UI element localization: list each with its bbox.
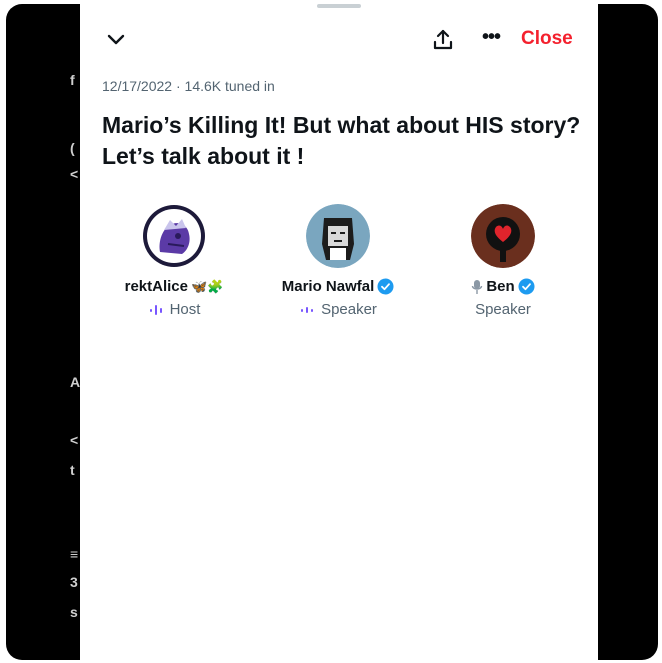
participant-role-row: Speaker: [428, 301, 578, 318]
participant-role: Speaker: [475, 301, 531, 318]
verified-badge-icon: [377, 278, 394, 295]
participant-name: Ben: [486, 278, 515, 295]
space-meta: 12/17/2022 · 14.6K tuned in: [102, 78, 275, 94]
participant-name: Mario Nawfal: [281, 278, 375, 295]
screenshot-frame: f ( < A < t ≡ 3 s ••• Close 12/17/2022 ·…: [0, 0, 662, 663]
participant-host[interactable]: rektAlice 🦋🧩 Host: [99, 204, 249, 318]
verified-badge-icon: [518, 278, 535, 295]
avatar[interactable]: [142, 204, 206, 268]
meta-separator: ·: [172, 78, 185, 94]
microphone-icon: [472, 279, 483, 294]
participant-speaker-mario[interactable]: Mario Nawfal Speaker: [263, 204, 413, 318]
participants-list: rektAlice 🦋🧩 Host Mario Nawfal Speaker B…: [80, 204, 598, 334]
participant-name: rektAlice: [124, 278, 188, 295]
tuned-in-count: 14.6K tuned in: [184, 78, 275, 94]
spaces-panel: ••• Close 12/17/2022 · 14.6K tuned in Ma…: [80, 4, 598, 660]
more-options-button[interactable]: •••: [478, 27, 504, 51]
participant-role-row: Speaker: [263, 301, 413, 318]
space-date: 12/17/2022: [102, 78, 173, 94]
speaking-bars-icon: [149, 304, 162, 315]
close-button[interactable]: Close: [521, 28, 573, 50]
drag-handle[interactable]: [317, 4, 361, 8]
participant-name-row: Ben: [428, 278, 578, 295]
participant-role: Speaker: [321, 301, 377, 318]
participant-name-row: Mario Nawfal: [263, 278, 413, 295]
avatar[interactable]: [471, 204, 535, 268]
space-title: Mario’s Killing It! But what about HIS s…: [102, 112, 581, 169]
participant-name-row: rektAlice 🦋🧩: [99, 278, 249, 295]
participant-role: Host: [169, 301, 201, 318]
right-black-border: [598, 4, 658, 660]
participant-speaker-ben[interactable]: Ben Speaker: [428, 204, 578, 318]
left-black-border: [6, 4, 80, 660]
panel-toolbar: ••• Close: [80, 24, 598, 56]
butterfly-puzzle-emoji: 🦋🧩: [191, 278, 224, 294]
speaking-bars-icon: [301, 306, 314, 313]
avatar[interactable]: [306, 204, 370, 268]
chevron-down-icon[interactable]: [106, 30, 126, 50]
share-icon[interactable]: [432, 28, 454, 52]
participant-role-row: Host: [99, 301, 249, 318]
